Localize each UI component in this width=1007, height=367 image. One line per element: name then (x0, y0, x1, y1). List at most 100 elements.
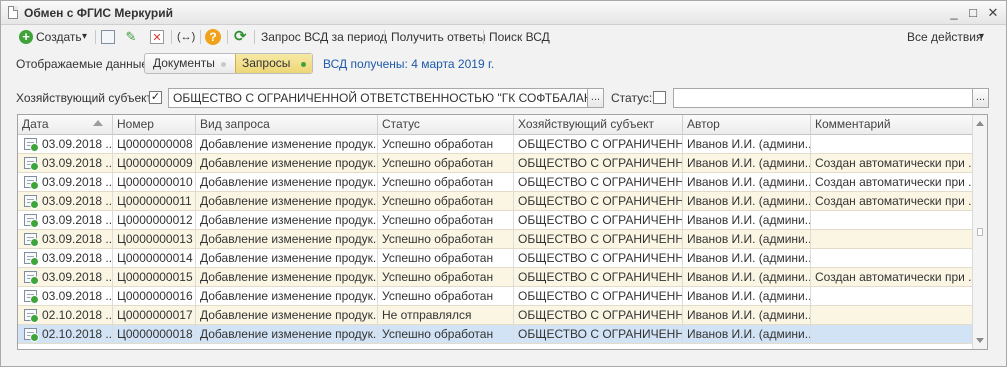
exchange-icon[interactable]: (↔) (177, 27, 195, 47)
cell-number: Ц0000000008 (113, 135, 196, 154)
period-request-button[interactable]: Запрос ВСД за период (261, 27, 387, 47)
subject-field[interactable]: ОБЩЕСТВО С ОГРАНИЧЕННОЙ ОТВЕТСТВЕННОСТЬЮ… (168, 88, 588, 108)
table-row[interactable]: 03.09.2018 ... Ц0000000016 Добавление изме… (18, 287, 973, 306)
document-icon (8, 6, 18, 19)
cell-subject: ОБЩЕСТВО С ОГРАНИЧЕНН... (514, 230, 683, 249)
table-row[interactable]: 03.09.2018 ... Ц0000000011 Добавление изме… (18, 192, 973, 211)
table-row[interactable]: 02.10.2018 ... Ц0000000017 Добавление изме… (18, 306, 973, 325)
cell-subject: ОБЩЕСТВО С ОГРАНИЧЕНН... (514, 306, 683, 325)
cell-number: Ц0000000018 (113, 325, 196, 344)
subject-choose-button[interactable]: ... (587, 88, 604, 108)
create-button[interactable]: Создать (36, 27, 82, 47)
cell-request-type: Добавление изменение продук... (196, 173, 378, 192)
column-subject[interactable]: Хозяйствующий субъект (514, 115, 683, 135)
status-checkbox[interactable] (653, 91, 666, 104)
cell-request-type: Добавление изменение продук... (196, 211, 378, 230)
cell-number: Ц0000000011 (113, 192, 196, 211)
vertical-scrollbar[interactable] (972, 115, 987, 349)
chevron-down-icon[interactable]: ▾ (82, 27, 87, 47)
column-request-type[interactable]: Вид запроса (196, 115, 378, 135)
column-number[interactable]: Номер (113, 115, 196, 135)
scroll-thumb[interactable] (977, 228, 983, 236)
cell-subject: ОБЩЕСТВО С ОГРАНИЧЕНН... (514, 287, 683, 306)
cell-status: Успешно обработан (378, 230, 514, 249)
copy-icon[interactable] (101, 30, 115, 44)
search-vsd-button[interactable]: Поиск ВСД (489, 27, 550, 47)
help-icon[interactable]: ? (205, 29, 221, 45)
window: Обмен с ФГИС Меркурий _ □ ✕ + Создать ▾ … (0, 0, 1007, 367)
cell-status: Не отправлялся (378, 306, 514, 325)
table-row[interactable]: 02.10.2018 ... Ц0000000018 Добавление изме… (18, 325, 973, 344)
cell-comment: Создан автоматически при ... (815, 156, 973, 170)
cell-author: Иванов И.И. (админи... (683, 249, 811, 268)
cell-status: Успешно обработан (378, 249, 514, 268)
chevron-down-icon[interactable]: ▾ (979, 27, 984, 47)
cell-subject: ОБЩЕСТВО С ОГРАНИЧЕНН... (514, 325, 683, 344)
sort-ascending-icon[interactable] (93, 120, 103, 126)
cell-comment: Создан автоматически при ... (815, 270, 973, 284)
document-status-icon (24, 233, 39, 247)
table-row[interactable]: 03.09.2018 ... Ц0000000010 Добавление изме… (18, 173, 973, 192)
table-row[interactable]: 03.09.2018 ... Ц0000000014 Добавление изме… (18, 249, 973, 268)
cell-number: Ц0000000010 (113, 173, 196, 192)
cell-author: Иванов И.И. (админи... (683, 192, 811, 211)
cell-subject: ОБЩЕСТВО С ОГРАНИЧЕНН... (514, 211, 683, 230)
table-row[interactable]: 03.09.2018 ... Ц0000000008 Добавление изме… (18, 135, 973, 154)
table-row[interactable]: 03.09.2018 ... Ц0000000012 Добавление изме… (18, 211, 973, 230)
document-status-icon (24, 214, 39, 228)
cell-status: Успешно обработан (378, 192, 514, 211)
document-status-icon (24, 157, 39, 171)
all-actions-button[interactable]: Все действия (907, 27, 982, 47)
cell-request-type: Добавление изменение продук... (196, 325, 378, 344)
cell-comment (811, 230, 973, 249)
status-label: Статус: (611, 91, 653, 105)
cell-number: Ц0000000015 (113, 268, 196, 287)
cell-author: Иванов И.И. (админи... (683, 211, 811, 230)
column-status[interactable]: Статус (378, 115, 514, 135)
document-status-icon (24, 176, 39, 190)
cell-author: Иванов И.И. (админи... (683, 230, 811, 249)
minimize-button[interactable]: _ (945, 4, 963, 21)
refresh-icon[interactable]: ⟳ (234, 27, 247, 47)
cell-comment: Создан автоматически при ... (815, 175, 973, 189)
status-choose-button[interactable]: ... (972, 88, 989, 108)
cell-author: Иванов И.И. (админи... (683, 306, 811, 325)
cell-request-type: Добавление изменение продук... (196, 192, 378, 211)
maximize-button[interactable]: □ (964, 4, 982, 21)
toolbar-divider (384, 30, 385, 44)
cell-request-type: Добавление изменение продук... (196, 135, 378, 154)
cell-author: Иванов И.И. (админи... (683, 268, 811, 287)
table-row[interactable]: 03.09.2018 ... Ц0000000013 Добавление изме… (18, 230, 973, 249)
cell-subject: ОБЩЕСТВО С ОГРАНИЧЕНН... (514, 268, 683, 287)
cell-request-type: Добавление изменение продук... (196, 249, 378, 268)
cell-number: Ц0000000012 (113, 211, 196, 230)
close-button[interactable]: ✕ (984, 4, 1002, 21)
get-answers-button[interactable]: Получить ответы (391, 27, 486, 47)
table-row[interactable]: 03.09.2018 ... Ц0000000009 Добавление изме… (18, 154, 973, 173)
table-row[interactable]: 03.09.2018 ... Ц0000000015 Добавление изме… (18, 268, 973, 287)
edit-icon[interactable]: ✎ (124, 30, 138, 44)
cell-comment (811, 249, 973, 268)
column-comment[interactable]: Комментарий (811, 115, 973, 135)
cell-number: Ц0000000013 (113, 230, 196, 249)
toolbar-divider (171, 30, 172, 44)
scroll-down-icon[interactable] (976, 338, 984, 343)
document-status-icon (24, 328, 39, 342)
cell-comment (811, 287, 973, 306)
table-header: Дата Номер Вид запроса Статус Хозяйствую… (18, 115, 973, 135)
requests-table: Дата Номер Вид запроса Статус Хозяйствую… (17, 114, 988, 350)
cell-status: Успешно обработан (378, 173, 514, 192)
cell-subject: ОБЩЕСТВО С ОГРАНИЧЕНН... (514, 154, 683, 173)
scroll-up-icon[interactable] (976, 121, 984, 126)
cell-number: Ц0000000009 (113, 154, 196, 173)
delete-icon[interactable]: ✕ (150, 30, 164, 44)
toolbar-divider (200, 30, 201, 44)
subject-checkbox[interactable]: ✓ (149, 91, 162, 104)
cell-status: Успешно обработан (378, 268, 514, 287)
status-field[interactable] (673, 88, 973, 108)
column-author[interactable]: Автор (683, 115, 811, 135)
add-icon[interactable]: + (19, 30, 33, 44)
cell-request-type: Добавление изменение продук... (196, 306, 378, 325)
cell-number: Ц0000000017 (113, 306, 196, 325)
vsd-received-link[interactable]: ВСД получены: 4 марта 2019 г. (323, 54, 494, 74)
